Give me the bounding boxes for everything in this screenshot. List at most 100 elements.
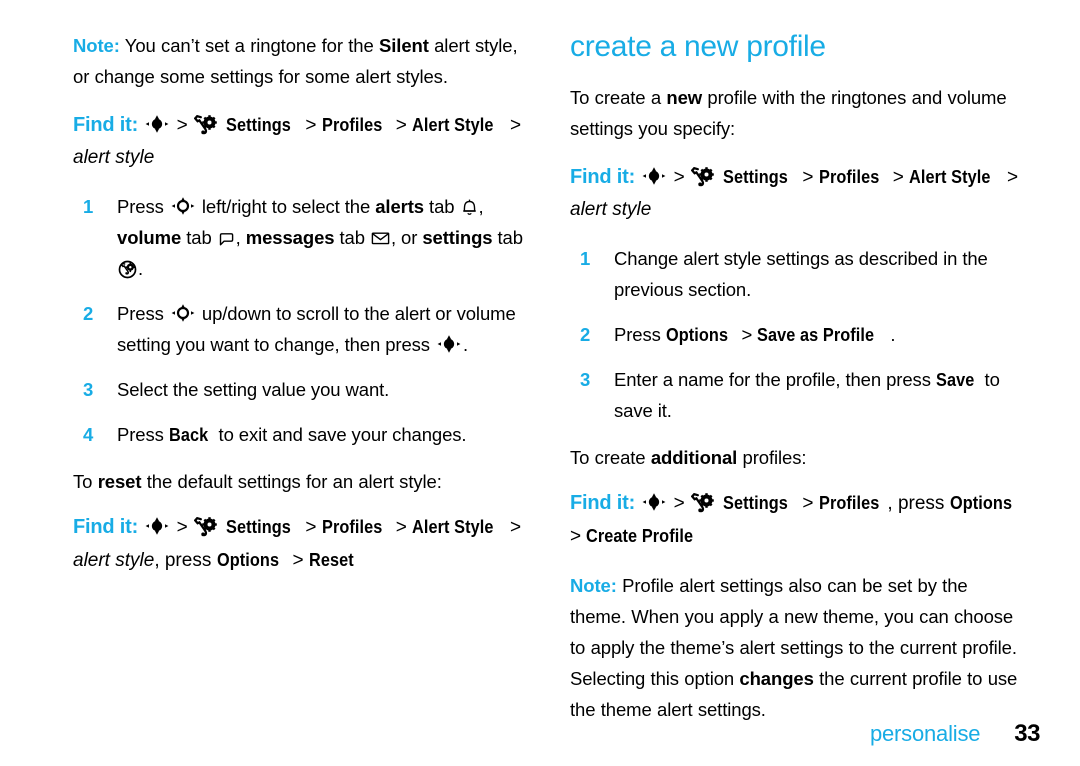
menu-profiles: Profiles — [321, 114, 383, 135]
note-text-1: You can’t set a ringtone for the — [119, 35, 379, 56]
menu-profiles: Profiles — [818, 166, 880, 187]
list-item: 3 Enter a name for the profile, then pre… — [570, 364, 1025, 426]
list-item: 2 Press up/down to scroll to the alert o… — [73, 298, 528, 360]
menu-options: Options — [665, 324, 728, 345]
step-number: 1 — [83, 196, 94, 217]
bell-icon — [461, 198, 478, 216]
path-separator: > — [395, 517, 407, 538]
find-it-tail-text: , press — [154, 550, 217, 571]
step-text-8: , or — [390, 227, 423, 248]
note-paragraph: Note: You can’t set a ringtone for the S… — [73, 30, 528, 92]
manual-page: Note: You can’t set a ringtone for the S… — [0, 0, 1080, 766]
step-text-7: tab — [334, 227, 370, 248]
step-text-1: Press — [117, 424, 169, 445]
step-number: 2 — [83, 303, 94, 324]
footer-section-name: personalise — [869, 721, 981, 746]
right-steps-list: 1 Change alert style settings as describ… — [570, 243, 1025, 426]
intro-bold-new: new — [666, 87, 703, 108]
menu-settings: Settings — [723, 492, 789, 513]
nav-key-select-icon — [641, 166, 667, 186]
step-text-1: Change alert style settings as described… — [614, 248, 988, 300]
list-item: 1 Change alert style settings as describ… — [570, 243, 1025, 305]
path-separator: > — [305, 517, 317, 538]
note-label: Note: — [73, 35, 120, 56]
step-text-1: Enter a name for the profile, then press — [614, 369, 936, 390]
reset-text-1: To — [73, 471, 98, 492]
menu-save-as-profile: Save as Profile — [757, 324, 875, 345]
speaker-horn-icon — [218, 229, 235, 247]
path-separator: > — [176, 517, 188, 538]
reset-text-2: the default settings for an alert style: — [141, 471, 442, 492]
step-text-5: tab — [181, 227, 217, 248]
list-item: 2 Press Options > Save as Profile. — [570, 319, 1025, 350]
menu-back: Back — [168, 424, 209, 445]
path-separator: > — [395, 115, 407, 136]
step-text-1: Press — [117, 196, 169, 217]
additional-bold: additional — [650, 447, 738, 468]
step-bold-volume: volume — [117, 227, 182, 248]
page-footer: personalise 33 — [0, 720, 1041, 748]
list-item: 4 Press Back to exit and save your chang… — [73, 419, 528, 450]
left-steps-list: 1 Press left/right to select the alerts … — [73, 191, 528, 450]
note-bold-silent: Silent — [379, 35, 429, 56]
reset-bold: reset — [97, 471, 142, 492]
step-text-3: tab — [424, 196, 460, 217]
step-number: 3 — [83, 379, 94, 400]
menu-create-profile: Create Profile — [586, 525, 694, 546]
step-text-1: Press — [614, 324, 666, 345]
menu-settings: Settings — [226, 516, 292, 537]
find-it-tail-text: , press — [887, 493, 950, 514]
settings-wrench-gear-icon — [194, 115, 219, 135]
settings-circle-icon — [118, 259, 137, 279]
step-text-4: , — [478, 196, 484, 217]
nav-key-select-icon — [641, 492, 667, 512]
nav-key-scroll-icon — [170, 196, 196, 216]
step-bold-alerts: alerts — [375, 196, 425, 217]
note-bold-changes: changes — [739, 668, 814, 689]
step-number: 4 — [83, 424, 94, 445]
step-text-2: to exit and save your changes. — [213, 424, 467, 445]
page-title: create a new profile — [570, 30, 826, 63]
path-separator: > — [509, 115, 522, 136]
step-number: 3 — [580, 369, 591, 390]
menu-settings: Settings — [226, 114, 292, 135]
path-separator: > — [802, 167, 814, 188]
step-number: 2 — [580, 324, 591, 345]
step-bold-messages: messages — [245, 227, 335, 248]
note-paragraph: Note: Profile alert settings also can be… — [570, 570, 1025, 725]
step-text-3: . — [890, 324, 896, 345]
find-it-label: Find it: — [570, 492, 636, 514]
find-it-path-2: Find it: > Settings > Profiles > Alert S… — [73, 511, 528, 577]
find-it-label: Find it: — [73, 114, 139, 136]
find-it-path-1: Find it: > Settings > Profiles > Alert S… — [73, 109, 528, 174]
nav-key-select-icon — [144, 516, 170, 536]
menu-options: Options — [949, 492, 1012, 513]
menu-reset: Reset — [308, 549, 354, 570]
path-separator: > — [1006, 167, 1019, 188]
find-it-label: Find it: — [73, 516, 139, 538]
settings-wrench-gear-icon — [691, 493, 716, 513]
menu-alert-style: Alert Style — [412, 114, 494, 135]
path-separator: > — [892, 167, 904, 188]
path-separator: > — [176, 115, 188, 136]
path-separator: > — [570, 526, 587, 547]
intro-paragraph: To create a new profile with the rington… — [570, 82, 1025, 144]
reset-intro-paragraph: To reset the default settings for an ale… — [73, 466, 528, 497]
right-column: create a new profile To create a new pro… — [570, 30, 1025, 742]
find-it-label: Find it: — [570, 166, 636, 188]
step-text-2: > — [736, 324, 758, 345]
intro-text-1: To create a — [570, 87, 667, 108]
menu-alert-style: Alert Style — [412, 516, 494, 537]
step-text-1: Press — [117, 303, 169, 324]
path-separator: > — [305, 115, 317, 136]
path-separator: > — [673, 167, 685, 188]
list-item: 1 Press left/right to select the alerts … — [73, 191, 528, 284]
find-it-italic-tail: alert style — [73, 550, 155, 571]
settings-wrench-gear-icon — [691, 167, 716, 187]
menu-alert-style: Alert Style — [909, 166, 991, 187]
settings-wrench-gear-icon — [194, 517, 219, 537]
menu-settings: Settings — [723, 166, 789, 187]
additional-text-2: profiles: — [737, 447, 807, 468]
path-separator: > — [292, 550, 304, 571]
step-text-1: Select the setting value you want. — [117, 379, 390, 400]
